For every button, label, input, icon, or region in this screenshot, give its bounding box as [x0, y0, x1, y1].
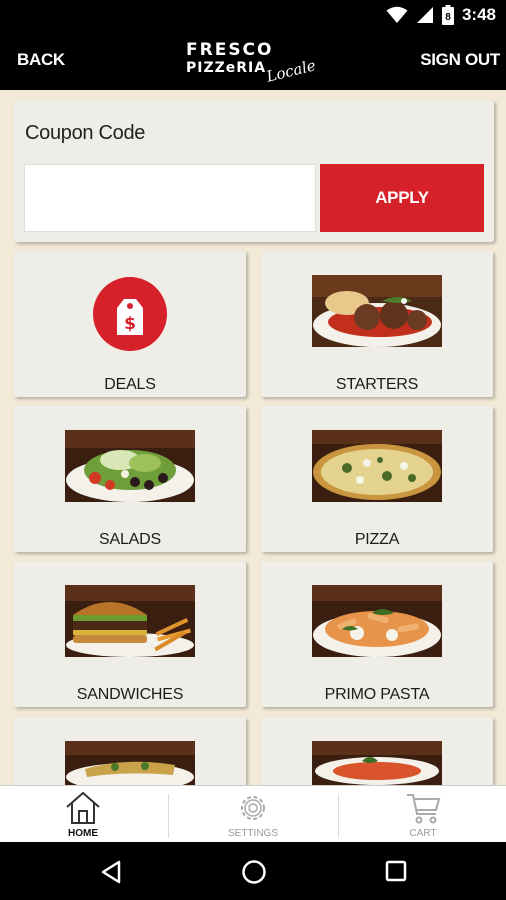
logo-text-fresco: FRESCO: [186, 40, 274, 60]
tile-label-starters: STARTERS: [335, 376, 419, 393]
flatbread-photo: [65, 741, 195, 785]
logo-text-locale: Locale: [264, 56, 318, 86]
tile-label-primo-pasta: PRIMO PASTA: [324, 686, 430, 703]
svg-text:$: $: [124, 314, 136, 334]
main-content[interactable]: Coupon Code APPLY $ DEALS STARTERS SALAD…: [0, 90, 506, 785]
coupon-code-label: Coupon Code: [25, 122, 146, 144]
sign-out-button[interactable]: SIGN OUT: [420, 50, 500, 70]
pasta-photo: [312, 585, 442, 657]
soup-photo: [312, 741, 442, 785]
apply-coupon-button[interactable]: APPLY: [320, 164, 484, 232]
back-button[interactable]: BACK: [17, 50, 65, 70]
menu-tile-primo-pasta[interactable]: PRIMO PASTA: [261, 561, 493, 707]
recents-square-icon[interactable]: [385, 860, 407, 882]
android-nav-bar: [0, 842, 506, 900]
tab-cart[interactable]: CART: [340, 786, 506, 843]
tab-divider: [168, 794, 169, 838]
tab-home[interactable]: HOME: [0, 786, 166, 843]
logo-text-pizzeria: PIZZeRIA: [186, 60, 267, 76]
coupon-code-input[interactable]: [24, 164, 316, 232]
status-time: 3:48: [461, 5, 496, 24]
tab-settings[interactable]: SETTINGS: [170, 786, 336, 843]
menu-tile-soup[interactable]: [261, 717, 493, 785]
menu-tile-pizza[interactable]: PIZZA: [261, 406, 493, 552]
cell-signal-icon: [416, 7, 433, 23]
back-triangle-icon[interactable]: [100, 860, 122, 884]
gear-icon: [241, 796, 265, 820]
menu-tile-flatbread[interactable]: [14, 717, 246, 785]
burger-photo: [65, 585, 195, 657]
tab-divider: [338, 794, 339, 838]
tab-label-settings: SETTINGS: [227, 828, 278, 839]
menu-tile-sandwiches[interactable]: SANDWICHES: [14, 561, 246, 707]
wifi-icon: [386, 6, 408, 23]
tab-label-cart: CART: [409, 828, 437, 839]
app-header: BACK FRESCO PIZZeRIA Locale SIGN OUT: [0, 32, 506, 90]
tile-label-pizza: PIZZA: [354, 531, 400, 548]
battery-icon: 8: [441, 5, 454, 25]
menu-tile-salads[interactable]: SALADS: [14, 406, 246, 552]
deals-badge: $: [93, 277, 167, 351]
tab-label-home: HOME: [68, 828, 98, 839]
menu-tile-starters[interactable]: STARTERS: [261, 251, 493, 397]
meatballs-photo: [312, 275, 442, 347]
bottom-tab-bar: HOME SETTINGS CART: [0, 785, 506, 842]
tile-label-sandwiches: SANDWICHES: [76, 686, 184, 703]
price-tag-icon: $: [117, 299, 143, 335]
battery-level: 8: [445, 12, 451, 23]
tile-label-deals: DEALS: [104, 376, 156, 393]
status-icons: 8 3:48: [386, 5, 496, 25]
pizza-photo: [312, 430, 442, 502]
brand-logo: FRESCO PIZZeRIA Locale: [184, 40, 324, 86]
home-icon: [66, 791, 100, 824]
coupon-card: Coupon Code APPLY: [14, 100, 494, 242]
status-bar: 8 3:48: [0, 0, 506, 32]
salad-photo: [65, 430, 195, 502]
home-circle-icon[interactable]: [241, 859, 267, 885]
menu-tile-deals[interactable]: $ DEALS: [14, 251, 246, 397]
cart-icon: [407, 794, 441, 824]
tile-label-salads: SALADS: [99, 531, 161, 548]
